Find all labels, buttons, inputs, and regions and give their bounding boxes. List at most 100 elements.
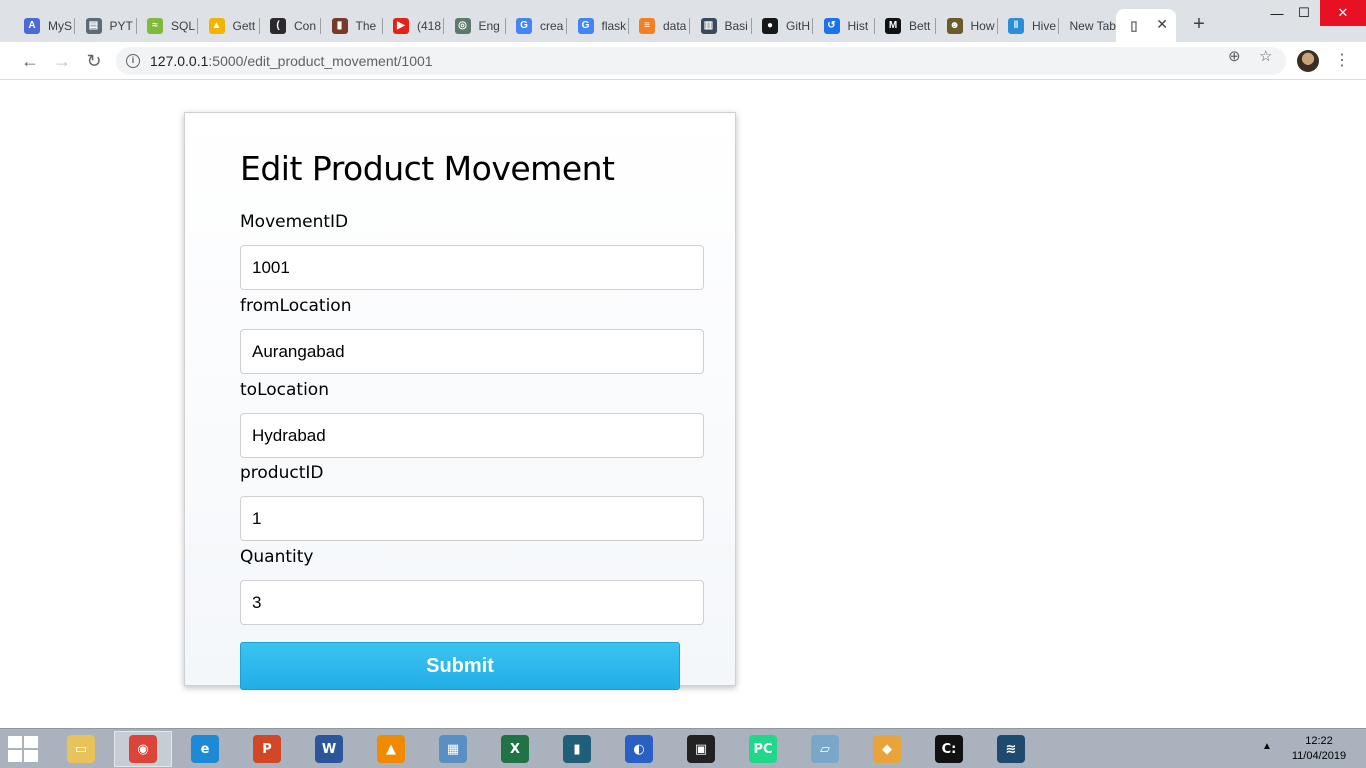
tab-label: Bett (909, 18, 931, 33)
browser-tab[interactable]: ≡ data (629, 9, 690, 42)
quantity-input[interactable] (240, 580, 704, 625)
browser-tab[interactable]: ▯ ✕ (1116, 9, 1176, 42)
browser-tab[interactable]: A MyS (14, 9, 75, 42)
tab-label: Con (294, 18, 317, 33)
taskbar-notepad-app[interactable]: ▱ (796, 731, 854, 767)
taskbar-internet-explorer[interactable]: e (176, 731, 234, 767)
back-button[interactable]: ← (18, 49, 42, 73)
tab-label: MyS (48, 18, 72, 33)
powerpoint-icon: P (253, 735, 281, 763)
submit-button[interactable]: Submit (240, 642, 680, 690)
taskbar-git-app[interactable]: ◆ (858, 731, 916, 767)
taskbar-pycharm[interactable]: PC (734, 731, 792, 767)
tray-expand-icon[interactable]: ▲ (1262, 741, 1272, 752)
tab-favicon-icon: ▤ (85, 17, 102, 34)
vlc-icon: ▲ (377, 735, 405, 763)
url-host: 127.0.0.1 (150, 53, 209, 69)
browser-tab[interactable]: ▮ The (322, 9, 383, 42)
taskbar-mysql-workbench[interactable]: ≋ (982, 731, 1040, 767)
close-window-button[interactable]: ✕ (1320, 0, 1366, 26)
browser-toolbar: ← → ↻ i 127.0.0.1:5000/edit_product_move… (0, 42, 1366, 80)
terminal-app-icon: ▮ (563, 735, 591, 763)
from-location-label: fromLocation (240, 296, 352, 316)
browser-tab-strip: + — ☐ ✕ A MyS ▤ PYT ≈ SQL ▲ Gett(Con ▮ The ▶ (418 ◎ E… (0, 0, 1366, 42)
to-location-label: toLocation (240, 380, 329, 400)
tab-label: crea (540, 18, 564, 33)
zoom-icon[interactable]: ⊕ (1228, 47, 1241, 65)
forward-button[interactable]: → (50, 49, 74, 73)
browser-tab[interactable]: M Bett (875, 9, 936, 42)
browser-tab[interactable]: New Tab (1060, 9, 1121, 42)
taskbar-powerpoint[interactable]: P (238, 731, 296, 767)
new-tab-button[interactable]: + (1187, 13, 1211, 37)
browser-tab[interactable]: ‖ Hive (998, 9, 1059, 42)
taskbar-audacity[interactable]: ◐ (610, 731, 668, 767)
browser-tab[interactable]: ( Con (260, 9, 321, 42)
word-icon: W (315, 735, 343, 763)
chrome-icon: ◉ (129, 735, 157, 763)
browser-tab[interactable]: ☻ How (937, 9, 998, 42)
bookmark-star-icon[interactable]: ☆ (1259, 47, 1272, 65)
url-path: :5000/edit_product_movement/1001 (208, 53, 433, 69)
taskbar-command-prompt[interactable]: C: (920, 731, 978, 767)
edit-form-card: Edit Product Movement MovementID fromLoc… (184, 112, 736, 690)
file-explorer-icon: ▭ (67, 735, 95, 763)
git-app-icon: ◆ (873, 735, 901, 763)
profile-avatar[interactable] (1297, 50, 1319, 72)
chrome-menu-icon[interactable]: ⋮ (1334, 50, 1350, 72)
tab-label: How (970, 18, 995, 33)
tab-favicon-icon: ‖ (1008, 17, 1024, 34)
tab-favicon-icon: M (885, 17, 901, 34)
browser-tab[interactable]: ≈ SQL (137, 9, 198, 42)
page-viewport: Edit Product Movement MovementID fromLoc… (0, 81, 1366, 728)
tab-label: PYT (109, 18, 133, 33)
product-id-input[interactable] (240, 496, 704, 541)
address-bar[interactable]: i 127.0.0.1:5000/edit_product_movement/1… (116, 47, 1286, 75)
taskbar-terminal-app[interactable]: ▮ (548, 731, 606, 767)
excel-icon: X (501, 735, 529, 763)
page-title: Edit Product Movement (240, 149, 615, 188)
from-location-input[interactable] (240, 329, 704, 374)
browser-tab[interactable]: Gcrea (506, 9, 567, 42)
taskbar-network-app[interactable]: ▦ (424, 731, 482, 767)
reload-button[interactable]: ↻ (82, 49, 106, 73)
browser-tab[interactable]: ▶ (418 (383, 9, 444, 42)
tab-favicon-icon: ☻ (946, 17, 963, 34)
tab-label: SQL (171, 18, 196, 33)
browser-tab[interactable]: ▥ Basi (691, 9, 752, 42)
tab-favicon-icon: ▥ (700, 17, 717, 34)
movement-id-input[interactable] (240, 245, 704, 290)
taskbar-file-explorer[interactable]: ▭ (52, 731, 110, 767)
browser-tab[interactable]: ▤ PYT (76, 9, 137, 42)
tab-favicon-icon: ▲ (208, 17, 225, 34)
tab-label: (418 (417, 18, 442, 33)
system-clock[interactable]: 12:22 11/04/2019 (1288, 734, 1350, 764)
tab-favicon-icon: ▮ (331, 17, 348, 34)
site-info-icon[interactable]: i (126, 54, 140, 68)
tab-favicon-icon: ↺ (823, 17, 840, 34)
taskbar-word[interactable]: W (300, 731, 358, 767)
browser-tab[interactable]: ● GitH (752, 9, 813, 42)
start-button[interactable] (8, 736, 38, 762)
tab-favicon-icon: G (577, 17, 594, 34)
tab-favicon-icon: ● (762, 17, 778, 34)
tab-favicon-icon: ≡ (639, 17, 655, 34)
browser-tab[interactable]: Gflask (568, 9, 629, 42)
tab-label: data (663, 18, 687, 33)
taskbar-vlc[interactable]: ▲ (362, 731, 420, 767)
tab-label: New Tab (1069, 18, 1116, 33)
tab-favicon-icon: A (24, 17, 40, 34)
browser-tab[interactable]: ◎ Eng (445, 9, 506, 42)
internet-explorer-icon: e (191, 735, 219, 763)
network-app-icon: ▦ (439, 735, 467, 763)
browser-tab[interactable]: ↺ Hist (814, 9, 875, 42)
tab-close-icon[interactable]: ✕ (1156, 16, 1168, 33)
browser-tab[interactable]: ▲ Gett (199, 9, 260, 42)
tab-favicon-icon: ▯ (1126, 17, 1142, 34)
taskbar-chrome[interactable]: ◉ (114, 731, 172, 767)
tab-favicon-icon: ( (270, 17, 286, 34)
taskbar-mysql-console[interactable]: ▣ (672, 731, 730, 767)
taskbar-excel[interactable]: X (486, 731, 544, 767)
tab-favicon-icon: ▶ (393, 17, 409, 34)
to-location-input[interactable] (240, 413, 704, 458)
